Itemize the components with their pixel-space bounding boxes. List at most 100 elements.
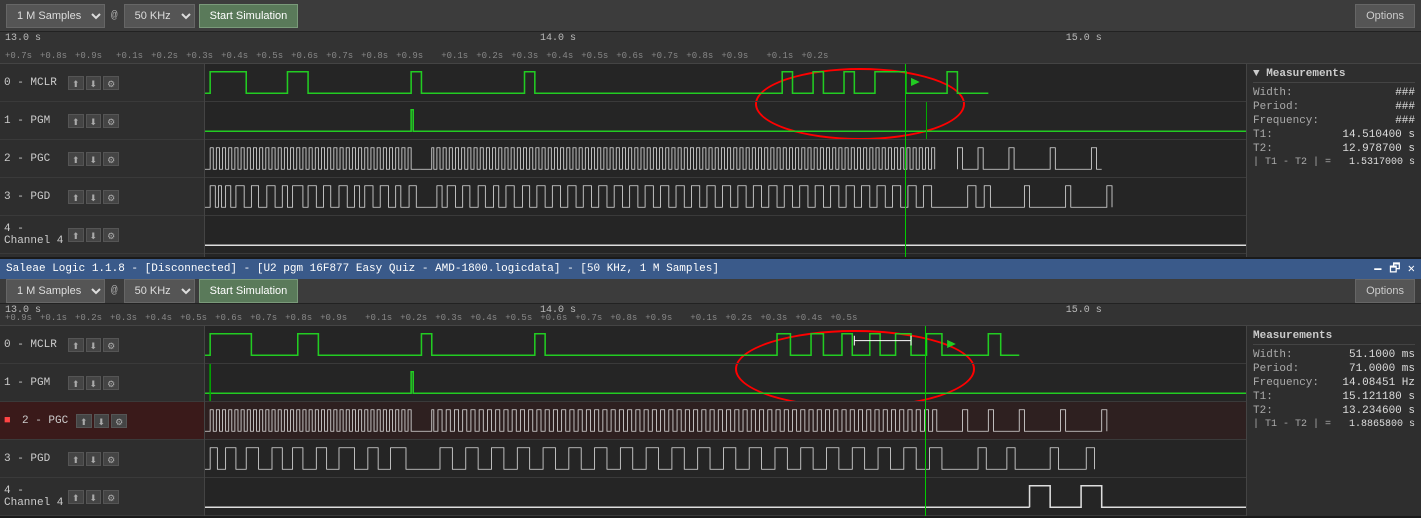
channel-controls-4-2: ⬆ ⬇ ⚙ bbox=[68, 490, 119, 504]
channel-controls-0-1: ⬆ ⬇ ⚙ bbox=[68, 76, 119, 90]
channel-name-1-1: 1 - PGM bbox=[4, 115, 64, 127]
channel-ctrl-4-3[interactable]: ⚙ bbox=[103, 228, 119, 242]
ch1-2-ctrl1[interactable]: ⬆ bbox=[68, 376, 84, 390]
panel-2: Saleae Logic 1.1.8 - [Disconnected] - [U… bbox=[0, 259, 1421, 518]
channel-name-4-1: 4 - Channel 4 bbox=[4, 223, 64, 247]
meas-row-width-2: Width: 51.1000 ms bbox=[1253, 349, 1415, 361]
ruler2-minor-9: +0.8s bbox=[285, 313, 312, 323]
ch4-2-ctrl2[interactable]: ⬇ bbox=[86, 490, 102, 504]
channel-row-3-2: 3 - PGD ⬆ ⬇ ⚙ bbox=[0, 440, 204, 478]
meas-label-diff-2: | T1 - T2 | = bbox=[1253, 419, 1331, 430]
freq-select-2[interactable]: 50 KHz bbox=[124, 279, 195, 303]
meas-val-period-1: ### bbox=[1395, 101, 1415, 113]
meas-row-t1-1: T1: 14.510400 s bbox=[1253, 129, 1415, 141]
ch2-color-indicator: ■ bbox=[4, 415, 18, 427]
ch2-2-ctrl1[interactable]: ⬆ bbox=[76, 414, 92, 428]
ruler-minor-2: +0.8s bbox=[40, 51, 67, 61]
channel-ctrl-4-1[interactable]: ⬆ bbox=[68, 228, 84, 242]
channel-name-0-2: 0 - MCLR bbox=[4, 339, 64, 351]
samples-select-2[interactable]: 1 M Samples bbox=[6, 279, 105, 303]
ch2-2-ctrl3[interactable]: ⚙ bbox=[111, 414, 127, 428]
meas-label-period-2: Period: bbox=[1253, 363, 1299, 375]
ruler2-minor-21: +0.2s bbox=[725, 313, 752, 323]
ch0-2-ctrl2[interactable]: ⬇ bbox=[86, 338, 102, 352]
channel-ctrl-0-3[interactable]: ⚙ bbox=[103, 76, 119, 90]
channel-ctrl-1-1[interactable]: ⬆ bbox=[68, 114, 84, 128]
channel-ctrl-3-3[interactable]: ⚙ bbox=[103, 190, 119, 204]
channel-ctrl-3-2[interactable]: ⬇ bbox=[86, 190, 102, 204]
meas-label-freq-1: Frequency: bbox=[1253, 115, 1319, 127]
meas-val-t1-1: 14.510400 s bbox=[1342, 129, 1415, 141]
ruler-minor-11: +0.8s bbox=[361, 51, 388, 61]
meas-row-diff-1: | T1 - T2 | = 1.5317000 s bbox=[1253, 157, 1415, 168]
meas-row-period-1: Period: ### bbox=[1253, 101, 1415, 113]
meas-val-diff-1: 1.5317000 s bbox=[1349, 157, 1415, 168]
ruler-minor-7: +0.4s bbox=[221, 51, 248, 61]
channel-ctrl-1-3[interactable]: ⚙ bbox=[103, 114, 119, 128]
channel-ctrl-2-3[interactable]: ⚙ bbox=[103, 152, 119, 166]
channel-controls-4-1: ⬆ ⬇ ⚙ bbox=[68, 228, 119, 242]
toolbar-2: 1 M Samples @ 50 KHz Start Simulation Op… bbox=[0, 279, 1421, 304]
ruler-minor-21: +0.9s bbox=[721, 51, 748, 61]
signal-row-1-2[interactable] bbox=[205, 364, 1246, 402]
ch2-2-ctrl2[interactable]: ⬇ bbox=[94, 414, 110, 428]
options-btn-2[interactable]: Options bbox=[1355, 279, 1415, 303]
signal-row-4-2[interactable] bbox=[205, 478, 1246, 516]
channel-ctrl-4-2[interactable]: ⬇ bbox=[86, 228, 102, 242]
ch3-2-ctrl1[interactable]: ⬆ bbox=[68, 452, 84, 466]
ch3-2-ctrl3[interactable]: ⚙ bbox=[103, 452, 119, 466]
channel-controls-0-2: ⬆ ⬇ ⚙ bbox=[68, 338, 119, 352]
ch0-2-ctrl1[interactable]: ⬆ bbox=[68, 338, 84, 352]
signal-row-3-2[interactable] bbox=[205, 440, 1246, 478]
channel-ctrl-0-1[interactable]: ⬆ bbox=[68, 76, 84, 90]
ch0-2-ctrl3[interactable]: ⚙ bbox=[103, 338, 119, 352]
meas-row-t1-2: T1: 15.121180 s bbox=[1253, 391, 1415, 403]
channel-ctrl-1-2[interactable]: ⬇ bbox=[86, 114, 102, 128]
freq-select-1[interactable]: 50 KHz bbox=[124, 4, 195, 28]
ch1-2-ctrl2[interactable]: ⬇ bbox=[86, 376, 102, 390]
start-simulation-btn-2[interactable]: Start Simulation bbox=[199, 279, 299, 303]
ruler2-minor-8: +0.7s bbox=[250, 313, 277, 323]
channel-row-0-2: 0 - MCLR ⬆ ⬇ ⚙ bbox=[0, 326, 204, 364]
signal-row-1-1[interactable] bbox=[205, 102, 1246, 140]
channel-row-4-1: 4 - Channel 4 ⬆ ⬇ ⚙ bbox=[0, 216, 204, 254]
channel-name-2-2: 2 - PGC bbox=[22, 415, 72, 427]
ch4-2-ctrl1[interactable]: ⬆ bbox=[68, 490, 84, 504]
window-controls-2[interactable]: 🗕 🗗 ✕ bbox=[1374, 259, 1415, 280]
meas-title-2: Measurements bbox=[1253, 330, 1415, 345]
channel-ctrl-0-2[interactable]: ⬇ bbox=[86, 76, 102, 90]
signal-row-0-2[interactable]: ▶ bbox=[205, 326, 1246, 364]
start-simulation-btn-1[interactable]: Start Simulation bbox=[199, 4, 299, 28]
signal-row-3-1[interactable] bbox=[205, 178, 1246, 216]
meas-title-1: ▼ Measurements bbox=[1253, 68, 1415, 83]
channel-ctrl-2-1[interactable]: ⬆ bbox=[68, 152, 84, 166]
title-bar-2: Saleae Logic 1.1.8 - [Disconnected] - [U… bbox=[0, 259, 1421, 279]
signal-row-0-1[interactable]: ▶ bbox=[205, 64, 1246, 102]
ruler-minor-18: +0.6s bbox=[616, 51, 643, 61]
ruler-minor-17: +0.5s bbox=[581, 51, 608, 61]
ruler-minor-5: +0.2s bbox=[151, 51, 178, 61]
channel-row-4-2: 4 - Channel 4 ⬆ ⬇ ⚙ bbox=[0, 478, 204, 516]
signal-row-2-2[interactable] bbox=[205, 402, 1246, 440]
signal-row-4-1[interactable] bbox=[205, 216, 1246, 254]
samples-select-1[interactable]: 1 M Samples bbox=[6, 4, 105, 28]
meas-row-t2-2: T2: 13.234600 s bbox=[1253, 405, 1415, 417]
channel-row-1-1: 1 - PGM ⬆ ⬇ ⚙ bbox=[0, 102, 204, 140]
ch3-2-ctrl2[interactable]: ⬇ bbox=[86, 452, 102, 466]
channels-area-1: 0 - MCLR ⬆ ⬇ ⚙ 1 - PGM ⬆ ⬇ ⚙ 2 - PGC bbox=[0, 64, 1421, 257]
ch4-2-ctrl3[interactable]: ⚙ bbox=[103, 490, 119, 504]
channel-ctrl-3-1[interactable]: ⬆ bbox=[68, 190, 84, 204]
ruler-minor-12: +0.9s bbox=[396, 51, 423, 61]
meas-label-t1-1: T1: bbox=[1253, 129, 1273, 141]
ruler2-minor-19: +0.9s bbox=[645, 313, 672, 323]
signal-row-2-1[interactable] bbox=[205, 140, 1246, 178]
channel-ctrl-2-2[interactable]: ⬇ bbox=[86, 152, 102, 166]
ruler-minor-4: +0.1s bbox=[116, 51, 143, 61]
signal-svg-2-2 bbox=[205, 402, 1246, 439]
meas-val-width-2: 51.1000 ms bbox=[1349, 349, 1415, 361]
options-btn-1[interactable]: Options bbox=[1355, 4, 1415, 28]
ch1-2-ctrl3[interactable]: ⚙ bbox=[103, 376, 119, 390]
ruler-minor-19: +0.7s bbox=[651, 51, 678, 61]
channel-name-2-1: 2 - PGC bbox=[4, 153, 64, 165]
channel-labels-2: 0 - MCLR ⬆ ⬇ ⚙ 1 - PGM ⬆ ⬇ ⚙ ■ 2 - PGC bbox=[0, 326, 205, 516]
